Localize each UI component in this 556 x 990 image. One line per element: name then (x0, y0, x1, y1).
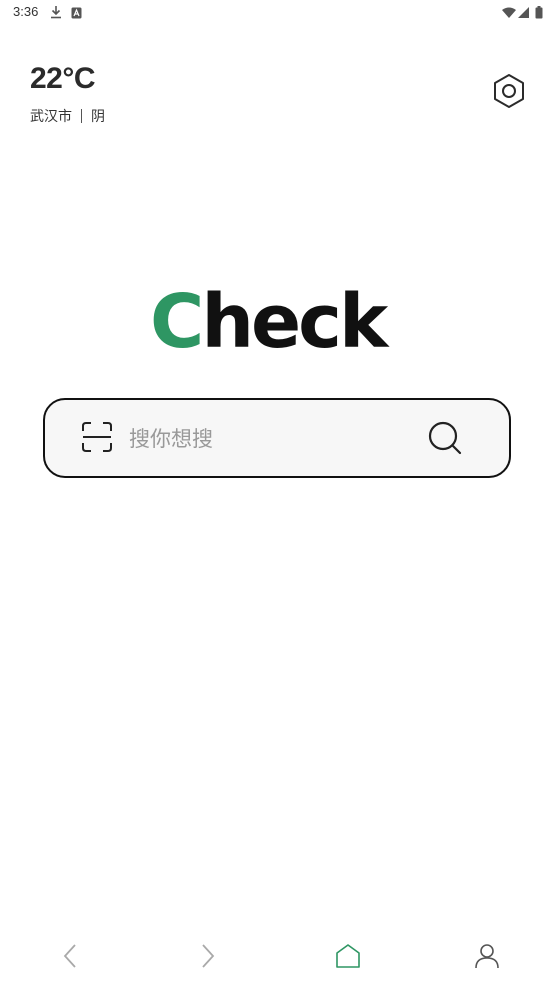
battery-icon (535, 4, 543, 23)
scan-button[interactable] (79, 421, 115, 457)
status-time: 3:36 (13, 4, 39, 19)
weather-location: 武汉市 阴 (30, 106, 105, 126)
profile-icon (474, 943, 500, 973)
search-button[interactable] (425, 420, 465, 460)
search-bar[interactable] (43, 398, 511, 478)
home-icon (335, 943, 361, 973)
forward-icon (200, 943, 216, 973)
weather-city: 武汉市 (30, 109, 72, 125)
app-logo: Check (150, 280, 410, 364)
settings-button[interactable] (487, 73, 531, 113)
back-icon (62, 943, 78, 973)
a-badge-icon (71, 4, 82, 23)
logo-first-letter: C (150, 279, 204, 365)
logo-rest: heck (201, 279, 388, 365)
weather-condition: 阴 (91, 109, 105, 125)
nav-forward-button[interactable] (186, 938, 230, 978)
bottom-navigation (0, 930, 556, 986)
nav-profile-button[interactable] (465, 938, 509, 978)
scan-icon (81, 421, 113, 457)
nav-back-button[interactable] (48, 938, 92, 978)
status-bar: 3:36 (0, 0, 556, 26)
download-icon (50, 4, 62, 23)
wifi-icon (502, 4, 516, 23)
search-input[interactable] (129, 420, 409, 458)
gear-icon (491, 73, 527, 113)
cell-signal-icon (518, 4, 529, 23)
nav-home-button[interactable] (326, 938, 370, 978)
weather-temperature: 22°C (30, 62, 96, 95)
search-icon (427, 420, 463, 460)
weather-divider (81, 109, 82, 123)
